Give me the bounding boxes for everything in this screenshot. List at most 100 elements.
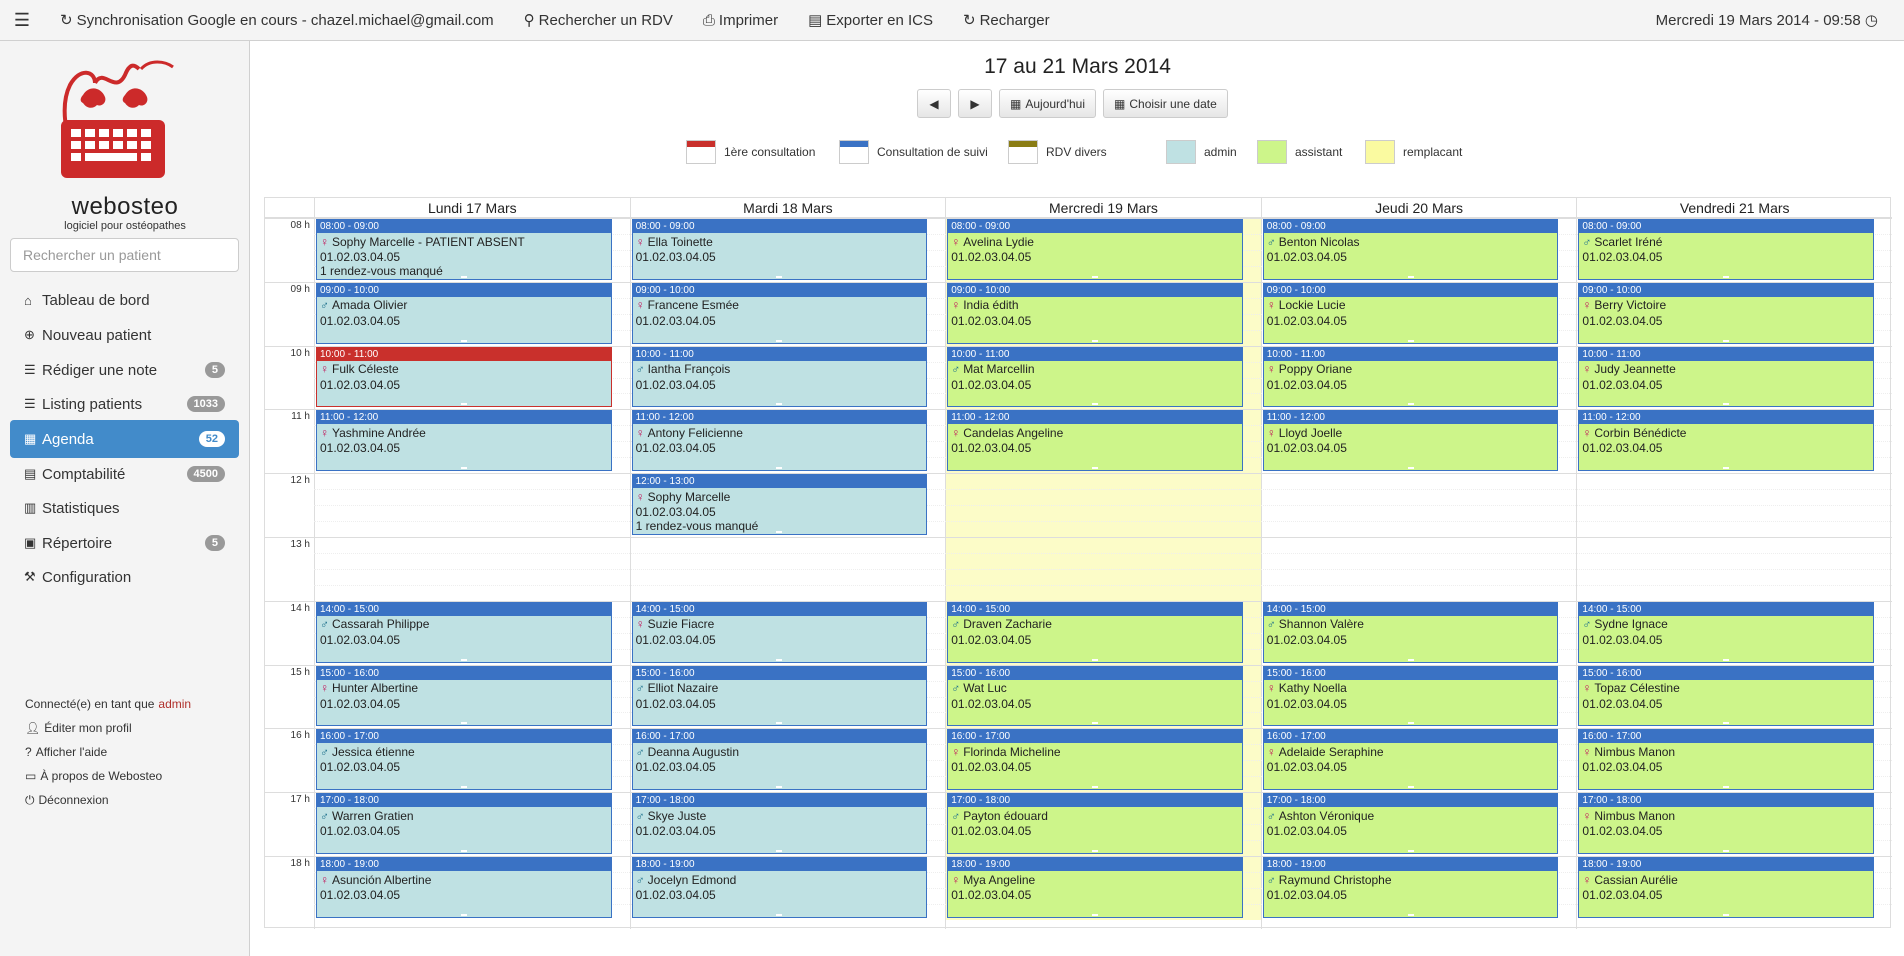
resize-handle[interactable] [460, 849, 467, 852]
appointment-event[interactable]: 12:00 - 13:00 ♀ Sophy Marcelle 01.02.03.04.… [631, 474, 928, 535]
resize-handle[interactable] [776, 913, 783, 916]
appointment-event[interactable]: 09:00 - 10:00 ♀ Berry Victoire 01.02.03.04.… [1578, 282, 1874, 344]
appointment-event[interactable]: 11:00 - 12:00 ♀ Candelas Angeline 01.02.03.… [947, 410, 1243, 472]
resize-handle[interactable] [776, 658, 783, 661]
appointment-event[interactable]: 18:00 - 19:00 ♀ Mya Angeline 01.02.03.04.05 [947, 857, 1243, 918]
sidebar-item-nouveau-patient[interactable]: ⊕ Nouveau patient [10, 316, 239, 354]
menu-toggle-icon[interactable]: ☰ [0, 10, 44, 31]
resize-handle[interactable] [776, 339, 783, 342]
resize-handle[interactable] [1091, 786, 1098, 789]
prev-week-button[interactable]: ◀ [917, 89, 951, 118]
choose-date-button[interactable]: ▦ Choisir une date [1103, 89, 1228, 118]
resize-handle[interactable] [1723, 913, 1730, 916]
resize-handle[interactable] [1723, 849, 1730, 852]
resize-handle[interactable] [460, 403, 467, 406]
resize-handle[interactable] [1407, 786, 1414, 789]
sidebar-item-statistiques[interactable]: ▥ Statistiques [10, 489, 239, 527]
appointment-event[interactable]: 14:00 - 15:00 ♂ Cassarah Philippe 01.02.03.… [316, 601, 612, 663]
resize-handle[interactable] [776, 786, 783, 789]
appointment-event[interactable]: 16:00 - 17:00 ♀ Nimbus Manon 01.02.03.04.05 [1578, 729, 1874, 791]
appointment-event[interactable]: 09:00 - 10:00 ♀ Lockie Lucie 01.02.03.04.05 [1262, 282, 1559, 344]
appointment-event[interactable]: 10:00 - 11:00 ♂ Mat Marcellin 01.02.03.04.0… [947, 346, 1243, 408]
appointment-event[interactable]: 15:00 - 16:00 ♀ Hunter Albertine 01.02.03.0… [316, 665, 612, 727]
appointment-event[interactable]: 15:00 - 16:00 ♂ Wat Luc 01.02.03.04.05 [947, 665, 1243, 727]
resize-handle[interactable] [1407, 339, 1414, 342]
sidebar-item-listing-patients[interactable]: ☰ Listing patients 1033 [10, 385, 239, 423]
logout-link[interactable]: ⏻ Déconnexion [25, 788, 191, 812]
sidebar-item-comptabilit-[interactable]: ▤ Comptabilité 4500 [10, 455, 239, 493]
appointment-event[interactable]: 18:00 - 19:00 ♀ Cassian Aurélie 01.02.03.04… [1578, 857, 1874, 918]
resize-handle[interactable] [1091, 403, 1098, 406]
resize-handle[interactable] [460, 467, 467, 470]
resize-handle[interactable] [460, 339, 467, 342]
resize-handle[interactable] [776, 467, 783, 470]
print-button[interactable]: ⎙ Imprimer [703, 12, 778, 29]
appointment-event[interactable]: 08:00 - 09:00 ♀ Sophy Marcelle - PATIENT A… [316, 219, 612, 280]
appointment-event[interactable]: 10:00 - 11:00 ♀ Judy Jeannette 01.02.03.04.… [1578, 346, 1874, 408]
resize-handle[interactable] [1723, 658, 1730, 661]
resize-handle[interactable] [1723, 467, 1730, 470]
appointment-event[interactable]: 08:00 - 09:00 ♀ Avelina Lydie 01.02.03.04.0… [947, 219, 1243, 280]
resize-handle[interactable] [460, 275, 467, 278]
username-link[interactable]: admin [158, 697, 191, 711]
appointment-event[interactable]: 16:00 - 17:00 ♂ Jessica étienne 01.02.03.04… [316, 729, 612, 791]
resize-handle[interactable] [1091, 658, 1098, 661]
resize-handle[interactable] [460, 658, 467, 661]
sidebar-item-r-diger-une-note[interactable]: ☰ Rédiger une note 5 [10, 351, 239, 389]
appointment-event[interactable]: 09:00 - 10:00 ♂ Amada Olivier 01.02.03.04.0… [316, 282, 612, 344]
resize-handle[interactable] [776, 275, 783, 278]
appointment-event[interactable]: 17:00 - 18:00 ♂ Skye Juste 01.02.03.04.05 [631, 793, 928, 854]
resize-handle[interactable] [1407, 658, 1414, 661]
resize-handle[interactable] [1091, 849, 1098, 852]
resize-handle[interactable] [1091, 722, 1098, 725]
reload-button[interactable]: ↻ Recharger [963, 11, 1050, 30]
resize-handle[interactable] [1723, 403, 1730, 406]
appointment-event[interactable]: 11:00 - 12:00 ♀ Lloyd Joelle 01.02.03.04.05 [1262, 410, 1559, 472]
appointment-event[interactable]: 17:00 - 18:00 ♂ Payton édouard 01.02.03.04.… [947, 793, 1243, 854]
appointment-event[interactable]: 14:00 - 15:00 ♂ Draven Zacharie 01.02.03.04… [947, 601, 1243, 663]
resize-handle[interactable] [460, 913, 467, 916]
appointment-event[interactable]: 10:00 - 11:00 ♂ Iantha François 01.02.03.04… [631, 346, 928, 408]
edit-profile-link[interactable]: 👤︎ Éditer mon profil [25, 716, 191, 740]
resize-handle[interactable] [460, 786, 467, 789]
appointment-event[interactable]: 16:00 - 17:00 ♀ Adelaide Seraphine 01.02.03… [1262, 729, 1559, 791]
resize-handle[interactable] [1407, 722, 1414, 725]
appointment-event[interactable]: 16:00 - 17:00 ♀ Florinda Micheline 01.02.03… [947, 729, 1243, 791]
patient-search-input[interactable] [10, 238, 239, 272]
appointment-event[interactable]: 18:00 - 19:00 ♂ Raymund Christophe 01.02.03… [1262, 857, 1559, 918]
sidebar-item-configuration[interactable]: ⚒ Configuration [10, 558, 239, 596]
appointment-event[interactable]: 09:00 - 10:00 ♀ India édith 01.02.03.04.05 [947, 282, 1243, 344]
resize-handle[interactable] [776, 530, 783, 533]
appointment-event[interactable]: 09:00 - 10:00 ♀ Francene Esmée 01.02.03.04.… [631, 282, 928, 344]
appointment-event[interactable]: 18:00 - 19:00 ♂ Jocelyn Edmond 01.02.03.04.… [631, 857, 928, 918]
appointment-event[interactable]: 08:00 - 09:00 ♀ Ella Toinette 01.02.03.04.0… [631, 219, 928, 280]
resize-handle[interactable] [460, 722, 467, 725]
resize-handle[interactable] [1091, 467, 1098, 470]
appointment-event[interactable]: 10:00 - 11:00 ♀ Poppy Oriane 01.02.03.04.05 [1262, 346, 1559, 408]
resize-handle[interactable] [1091, 339, 1098, 342]
appointment-event[interactable]: 17:00 - 18:00 ♂ Ashton Véronique 01.02.03.0… [1262, 793, 1559, 854]
resize-handle[interactable] [1407, 467, 1414, 470]
resize-handle[interactable] [1723, 786, 1730, 789]
appointment-event[interactable]: 17:00 - 18:00 ♀ Nimbus Manon 01.02.03.04.05 [1578, 793, 1874, 854]
search-rdv-button[interactable]: ⚲ Rechercher un RDV [524, 11, 673, 30]
appointment-event[interactable]: 11:00 - 12:00 ♀ Corbin Bénédicte 01.02.03.0… [1578, 410, 1874, 472]
resize-handle[interactable] [1407, 849, 1414, 852]
export-ics-button[interactable]: ▤ Exporter en ICS [808, 11, 933, 30]
appointment-event[interactable]: 14:00 - 15:00 ♂ Sydne Ignace 01.02.03.04.05 [1578, 601, 1874, 663]
resize-handle[interactable] [1723, 722, 1730, 725]
appointment-event[interactable]: 14:00 - 15:00 ♂ Shannon Valère 01.02.03.04.… [1262, 601, 1559, 663]
resize-handle[interactable] [1407, 913, 1414, 916]
appointment-event[interactable]: 15:00 - 16:00 ♂ Elliot Nazaire 01.02.03.04.… [631, 665, 928, 727]
appointment-event[interactable]: 08:00 - 09:00 ♂ Benton Nicolas 01.02.03.04.… [1262, 219, 1559, 280]
appointment-event[interactable]: 08:00 - 09:00 ♂ Scarlet Iréné 01.02.03.04.0… [1578, 219, 1874, 280]
sidebar-item-tableau-de-bord[interactable]: ⌂ Tableau de bord [10, 281, 239, 319]
appointment-event[interactable]: 11:00 - 12:00 ♀ Antony Felicienne 01.02.03.… [631, 410, 928, 472]
resize-handle[interactable] [1091, 913, 1098, 916]
appointment-event[interactable]: 15:00 - 16:00 ♀ Topaz Célestine 01.02.03.04… [1578, 665, 1874, 727]
sidebar-item-agenda[interactable]: ▦ Agenda 52 [10, 420, 239, 458]
appointment-event[interactable]: 11:00 - 12:00 ♀ Yashmine Andrée 01.02.03.04… [316, 410, 612, 472]
appointment-event[interactable]: 17:00 - 18:00 ♂ Warren Gratien 01.02.03.04.… [316, 793, 612, 854]
resize-handle[interactable] [776, 849, 783, 852]
resize-handle[interactable] [776, 403, 783, 406]
